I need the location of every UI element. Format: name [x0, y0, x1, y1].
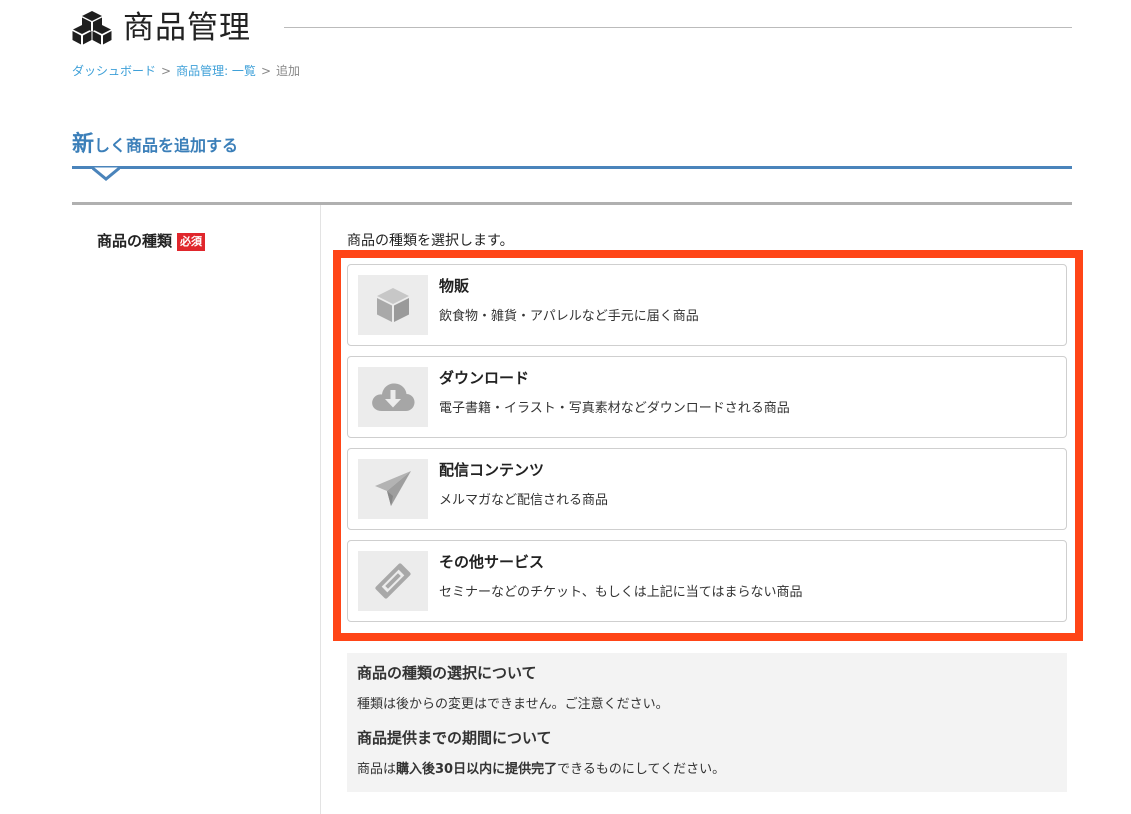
- page-title: 商品管理: [123, 10, 251, 46]
- info-text-emphasis: 購入後30日以内に提供完了: [396, 762, 558, 777]
- option-icon-box: [358, 459, 428, 519]
- product-type-label: 商品の種類 必須: [97, 231, 206, 251]
- option-icon-box: [358, 367, 428, 427]
- section-title-rest: しく商品を追加する: [94, 136, 239, 155]
- option-download[interactable]: ダウンロード 電子書籍・イラスト・写真素材などダウンロードされる商品: [347, 356, 1067, 438]
- breadcrumb-separator: >: [161, 64, 172, 78]
- option-title: 配信コンテンツ: [439, 461, 545, 479]
- page-header: 商品管理: [72, 8, 1072, 48]
- form-column-divider: [320, 205, 321, 814]
- product-type-label-text: 商品の種類: [97, 232, 173, 250]
- info-panel: 商品の種類の選択について 種類は後からの変更はできません。ご注意ください。 商品…: [347, 653, 1067, 792]
- option-delivered-content[interactable]: 配信コンテンツ メルマガなど配信される商品: [347, 448, 1067, 530]
- option-physical-goods[interactable]: 物販 飲食物・雑貨・アパレルなど手元に届く商品: [347, 264, 1067, 346]
- info-heading-delivery-period: 商品提供までの期間について: [357, 729, 552, 747]
- option-other-services[interactable]: その他サービス セミナーなどのチケット、もしくは上記に当てはまらない商品: [347, 540, 1067, 622]
- cubes-icon: [72, 11, 112, 45]
- info-heading-type-selection: 商品の種類の選択について: [357, 664, 537, 682]
- option-title: 物販: [439, 277, 470, 295]
- paper-plane-icon: [375, 471, 411, 506]
- breadcrumb-separator: >: [260, 64, 271, 78]
- info-text-part: できるものにしてください。: [557, 762, 726, 777]
- section-title-first-char: 新: [72, 132, 95, 157]
- option-description: 飲食物・雑貨・アパレルなど手元に届く商品: [439, 309, 699, 324]
- breadcrumb-dashboard-link[interactable]: ダッシュボード: [72, 64, 156, 78]
- product-type-description: 商品の種類を選択します。: [347, 233, 514, 249]
- section-divider: [72, 166, 1072, 169]
- header-divider: [284, 27, 1072, 28]
- box-icon: [377, 288, 409, 322]
- required-badge: 必須: [177, 233, 206, 251]
- ticket-icon: [375, 563, 411, 599]
- option-title: その他サービス: [439, 553, 545, 571]
- option-icon-box: [358, 551, 428, 611]
- info-text-delivery-period: 商品は購入後30日以内に提供完了できるものにしてください。: [357, 761, 725, 779]
- breadcrumb-current: 追加: [276, 64, 301, 78]
- section-title: 新しく商品を追加する: [72, 126, 238, 158]
- form-top-divider: [72, 202, 1072, 205]
- option-description: 電子書籍・イラスト・写真素材などダウンロードされる商品: [439, 401, 790, 416]
- option-icon-box: [358, 275, 428, 335]
- option-description: メルマガなど配信される商品: [439, 493, 609, 508]
- breadcrumb: ダッシュボード > 商品管理: 一覧 > 追加: [72, 63, 300, 79]
- cloud-download-icon: [372, 383, 415, 411]
- info-text-part: 商品は: [357, 762, 397, 777]
- info-text-type-selection: 種類は後からの変更はできません。ご注意ください。: [357, 697, 669, 712]
- breadcrumb-product-list-link[interactable]: 商品管理: 一覧: [176, 64, 256, 78]
- option-description: セミナーなどのチケット、もしくは上記に当てはまらない商品: [439, 585, 803, 600]
- option-title: ダウンロード: [439, 369, 530, 387]
- section-notch-icon: [92, 166, 120, 181]
